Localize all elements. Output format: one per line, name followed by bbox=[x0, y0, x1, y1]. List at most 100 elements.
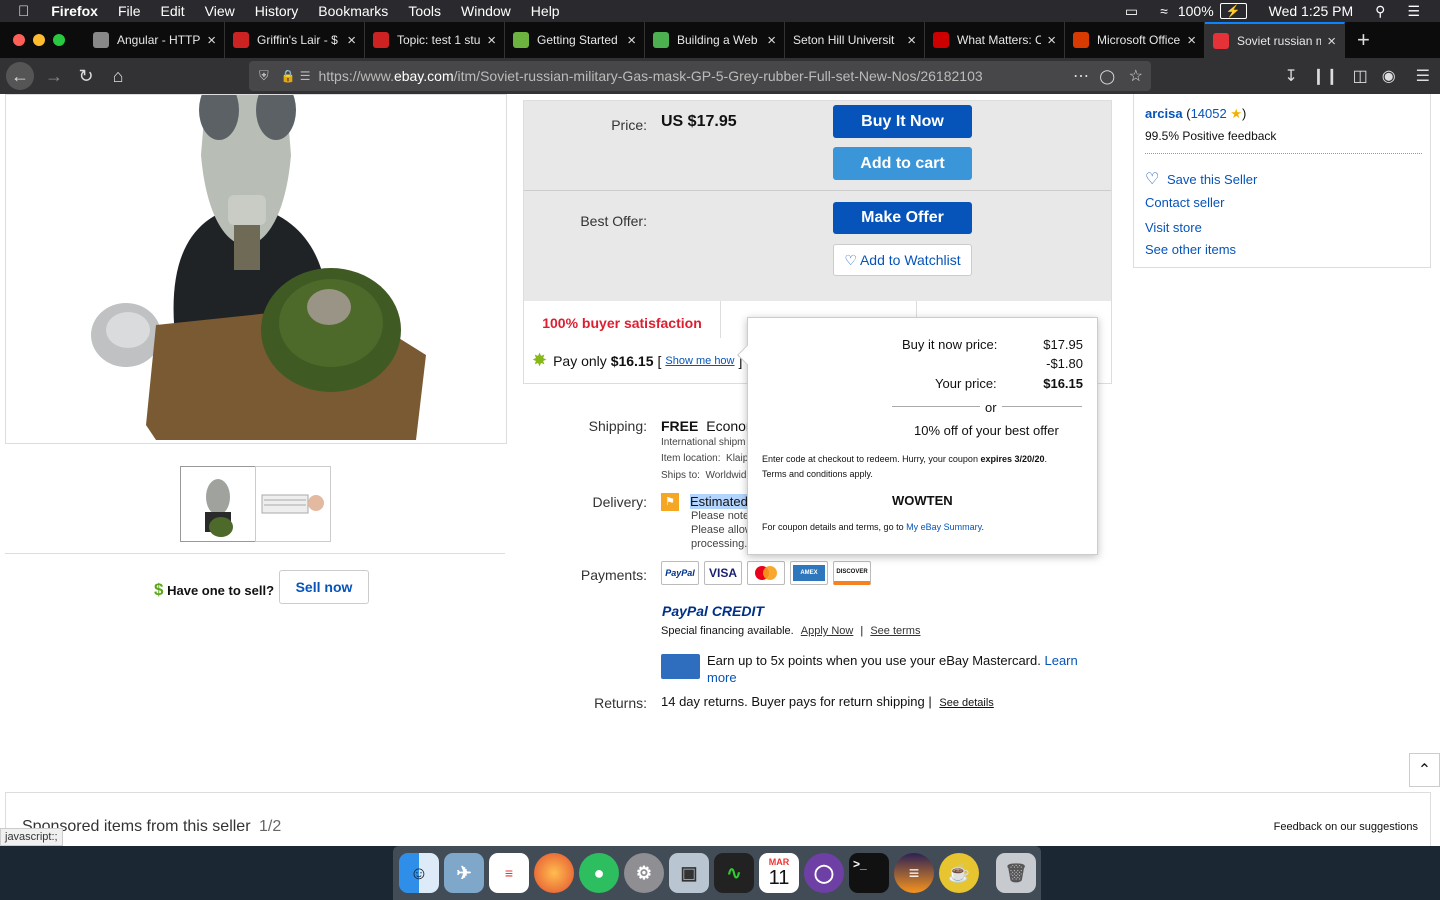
menu-view[interactable]: View bbox=[205, 3, 235, 19]
tab-3[interactable]: Topic: test 1 stu × bbox=[365, 22, 505, 58]
menu-window[interactable]: Window bbox=[461, 3, 511, 19]
thumbnail-document bbox=[261, 494, 324, 514]
library-icon[interactable]: ❙❙ bbox=[1312, 66, 1339, 86]
teapot-icon[interactable]: ☕ bbox=[939, 853, 979, 893]
my-ebay-summary-link[interactable]: My eBay Summary bbox=[906, 522, 981, 532]
airplay-icon[interactable]: ▭ bbox=[1125, 3, 1138, 20]
close-tab-icon[interactable]: × bbox=[1187, 32, 1196, 49]
tab-9[interactable]: Soviet russian m × bbox=[1205, 22, 1345, 58]
forward-button[interactable]: → bbox=[40, 62, 68, 90]
close-tab-icon[interactable]: × bbox=[767, 32, 776, 49]
see-details-link[interactable]: See details bbox=[939, 697, 993, 709]
menu-history[interactable]: History bbox=[255, 3, 299, 19]
menu-edit[interactable]: Edit bbox=[161, 3, 185, 19]
see-other-items-link[interactable]: See other items bbox=[1145, 242, 1236, 257]
menu-tools[interactable]: Tools bbox=[408, 3, 441, 19]
add-to-cart-button[interactable]: Add to cart bbox=[833, 147, 972, 180]
tab-8[interactable]: Microsoft Office × bbox=[1065, 22, 1205, 58]
show-me-how-link[interactable]: Show me how bbox=[665, 355, 734, 367]
tab-1[interactable]: Angular - HTTP × bbox=[85, 22, 225, 58]
contact-seller-link[interactable]: Contact seller bbox=[1145, 195, 1224, 210]
close-tab-icon[interactable]: × bbox=[347, 32, 356, 49]
pocket-icon[interactable]: ◯ bbox=[1099, 68, 1115, 85]
app-menu-firefox[interactable]: Firefox bbox=[51, 3, 98, 19]
eclipse-icon[interactable]: ≡ bbox=[894, 853, 934, 893]
thumbnail-2[interactable] bbox=[255, 466, 331, 542]
make-offer-button[interactable]: Make Offer bbox=[833, 202, 972, 234]
url-bar[interactable]: ⛨ 🔒 ☰ https://www.ebay.com/itm/Soviet-ru… bbox=[249, 61, 1151, 91]
page-actions-icon[interactable]: ⋯ bbox=[1073, 66, 1089, 86]
system-preferences-icon[interactable]: ⚙ bbox=[624, 853, 664, 893]
tab-6[interactable]: Seton Hill Universit × bbox=[785, 22, 925, 58]
back-button[interactable]: ← bbox=[6, 62, 34, 90]
close-tab-icon[interactable]: × bbox=[907, 32, 916, 49]
downloads-icon[interactable]: ↧ bbox=[1284, 66, 1297, 86]
reload-button[interactable]: ↻ bbox=[72, 62, 100, 90]
hamburger-menu-icon[interactable]: ☰ bbox=[1416, 66, 1430, 86]
wifi-icon[interactable]: ≈ bbox=[1160, 3, 1168, 19]
battery-icon[interactable]: ⚡ bbox=[1219, 3, 1247, 19]
bookmark-star-icon[interactable]: ☆ bbox=[1129, 66, 1143, 86]
preview-icon[interactable]: ✈ bbox=[444, 853, 484, 893]
tab-7[interactable]: What Matters: C × bbox=[925, 22, 1065, 58]
spotlight-search-icon[interactable]: ⚲ bbox=[1375, 3, 1385, 20]
finder-icon[interactable]: ☺ bbox=[399, 853, 439, 893]
menu-help[interactable]: Help bbox=[531, 3, 560, 19]
feedback-on-suggestions-link[interactable]: Feedback on our suggestions bbox=[1274, 821, 1418, 833]
your-price-value: $16.15 bbox=[1043, 376, 1083, 391]
permissions-icon[interactable]: ☰ bbox=[300, 69, 311, 83]
zoom-window-button[interactable] bbox=[53, 34, 65, 46]
heart-icon: ♡ bbox=[844, 251, 857, 268]
terminal-icon[interactable]: >_ bbox=[849, 853, 889, 893]
battery-percent[interactable]: 100% bbox=[1178, 3, 1214, 19]
close-tab-icon[interactable]: × bbox=[487, 32, 496, 49]
tab-5[interactable]: Building a Web × bbox=[645, 22, 785, 58]
menu-bookmarks[interactable]: Bookmarks bbox=[318, 3, 388, 19]
new-tab-button[interactable]: + bbox=[1357, 27, 1370, 53]
notification-center-icon[interactable]: ☰ bbox=[1407, 3, 1420, 20]
reminders-icon[interactable]: ≡ bbox=[489, 853, 529, 893]
calendar-icon[interactable]: MAR 11 bbox=[759, 853, 799, 893]
buy-now-price-label: Buy it now price: bbox=[902, 337, 998, 352]
back-to-top-button[interactable]: ⌃ bbox=[1409, 753, 1440, 787]
menu-file[interactable]: File bbox=[118, 3, 141, 19]
spring-leaf-icon bbox=[513, 32, 529, 48]
add-to-watchlist-button[interactable]: ♡ Add to Watchlist bbox=[833, 244, 972, 276]
activity-monitor-icon[interactable]: ∿ bbox=[714, 853, 754, 893]
close-tab-icon[interactable]: × bbox=[627, 32, 636, 49]
see-terms-link[interactable]: See terms bbox=[870, 625, 920, 637]
close-window-button[interactable] bbox=[13, 34, 25, 46]
shield-icon[interactable]: ⛨ bbox=[259, 68, 269, 84]
seller-name-link[interactable]: arcisa bbox=[1145, 106, 1183, 121]
image-capture-icon[interactable]: ▣ bbox=[669, 853, 709, 893]
trash-icon[interactable]: 🗑 bbox=[996, 853, 1036, 893]
sell-now-button[interactable]: Sell now bbox=[279, 570, 369, 604]
close-tab-icon[interactable]: × bbox=[1327, 33, 1336, 50]
lock-icon[interactable]: 🔒 bbox=[281, 69, 296, 83]
tab-2[interactable]: Griffin's Lair - $ × bbox=[225, 22, 365, 58]
coupon-popup: Buy it now price: $17.95 -$1.80 Your pri… bbox=[737, 317, 1098, 555]
firefox-icon[interactable] bbox=[534, 853, 574, 893]
url-text[interactable]: https://www.ebay.com/itm/Soviet-russian-… bbox=[318, 68, 1028, 84]
visit-store-link[interactable]: Visit store bbox=[1145, 220, 1202, 235]
save-seller-link[interactable]: ♡ Save this Seller bbox=[1145, 169, 1257, 189]
discount-value: -$1.80 bbox=[1046, 356, 1083, 371]
your-price-label: Your price: bbox=[935, 376, 997, 391]
evernote-icon[interactable]: ● bbox=[579, 853, 619, 893]
apple-icon[interactable]:  bbox=[18, 3, 29, 20]
tab-4[interactable]: Getting Started × bbox=[505, 22, 645, 58]
buy-it-now-button[interactable]: Buy It Now bbox=[833, 105, 972, 138]
thumbnail-1[interactable] bbox=[180, 466, 256, 542]
close-tab-icon[interactable]: × bbox=[207, 32, 216, 49]
sidebar-icon[interactable]: ◫ bbox=[1353, 66, 1368, 86]
menubar-clock[interactable]: Wed 1:25 PM bbox=[1269, 3, 1354, 19]
minimize-window-button[interactable] bbox=[33, 34, 45, 46]
feedback-score-link[interactable]: 14052 bbox=[1191, 106, 1227, 121]
positive-feedback: 99.5% Positive feedback bbox=[1145, 129, 1277, 143]
github-desktop-icon[interactable]: ◯ bbox=[804, 853, 844, 893]
home-button[interactable]: ⌂ bbox=[104, 62, 132, 90]
apply-now-link[interactable]: Apply Now bbox=[801, 625, 854, 637]
account-icon[interactable]: ◉ bbox=[1382, 66, 1396, 86]
close-tab-icon[interactable]: × bbox=[1047, 32, 1056, 49]
product-image[interactable] bbox=[5, 94, 507, 444]
